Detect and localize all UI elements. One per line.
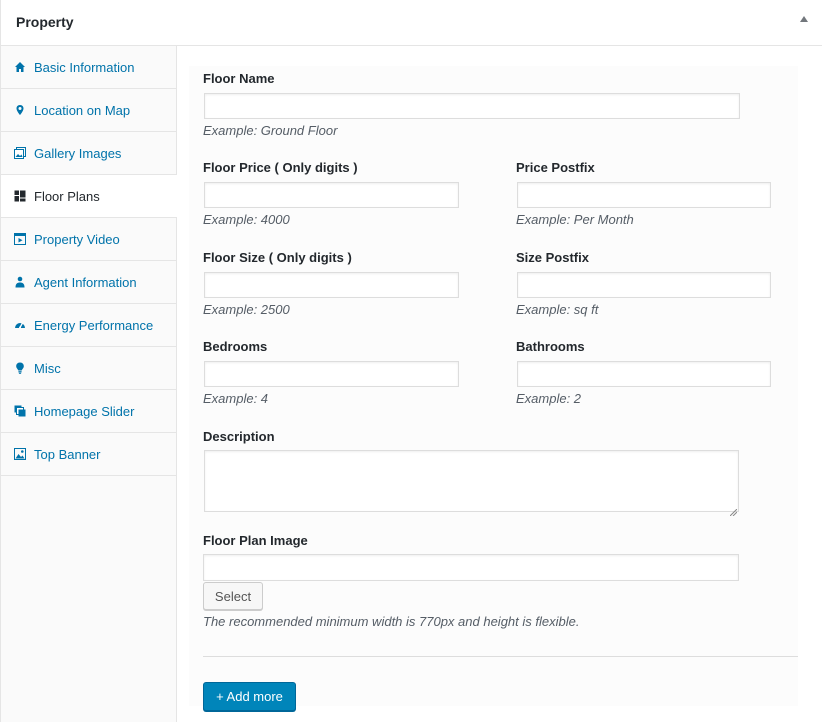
floor-price-hint: Example: 4000 [203,212,290,227]
description-label: Description [203,429,275,444]
gallery-icon [14,147,26,159]
tab-label: Homepage Slider [34,403,135,419]
tab-label: Location on Map [34,102,131,118]
divider [203,656,798,657]
tab-label: Top Banner [34,446,101,462]
tab-label: Property Video [34,231,120,247]
bedrooms-label: Bedrooms [203,339,268,354]
tab-label: Floor Plans [34,188,100,204]
tab-label: Energy Performance [34,317,154,333]
metabox-title: Property [16,14,74,30]
floor-size-input[interactable] [204,272,459,298]
tabs-sidebar: Basic Information Location on Map Galler… [1,46,177,722]
home-icon [14,61,26,73]
bathrooms-label: Bathrooms [516,339,585,354]
floor-size-hint: Example: 2500 [203,302,290,317]
tab-location-on-map[interactable]: Location on Map [1,89,176,132]
tab-basic-information[interactable]: Basic Information [1,46,176,89]
floor-plans-icon [14,190,26,202]
floor-plan-image-url-input[interactable] [203,554,739,581]
tab-top-banner[interactable]: Top Banner [1,433,176,476]
description-textarea[interactable] [204,450,739,512]
tab-label: Gallery Images [34,145,122,161]
floor-name-hint: Example: Ground Floor [203,123,338,138]
location-pin-icon [14,104,26,116]
metabox-header[interactable]: Property [1,0,822,46]
resize-grip-icon[interactable] [729,503,738,517]
add-more-button[interactable]: + Add more [203,682,296,711]
floor-plan-image-label: Floor Plan Image [203,533,308,548]
tab-agent-information[interactable]: Agent Information [1,261,176,304]
size-postfix-hint: Example: sq ft [516,302,599,317]
tab-floor-plans[interactable]: Floor Plans [1,175,177,218]
tab-property-video[interactable]: Property Video [1,218,176,261]
lightbulb-icon [14,362,26,374]
tab-label: Agent Information [34,274,137,290]
banner-image-icon [14,448,26,460]
tab-homepage-slider[interactable]: Homepage Slider [1,390,176,433]
size-postfix-input[interactable] [517,272,771,298]
bedrooms-hint: Example: 4 [203,391,269,406]
tab-energy-performance[interactable]: Energy Performance [1,304,176,347]
price-postfix-input[interactable] [517,182,771,208]
collapse-toggle-icon[interactable] [800,16,808,22]
floor-name-label: Floor Name [203,71,275,86]
price-postfix-label: Price Postfix [516,160,595,175]
bedrooms-input[interactable] [204,361,459,387]
floor-name-input[interactable] [204,93,740,119]
tab-misc[interactable]: Misc [1,347,176,390]
tab-gallery-images[interactable]: Gallery Images [1,132,176,175]
dashboard-gauge-icon [14,319,26,331]
floor-plan-image-hint: The recommended minimum width is 770px a… [203,614,580,629]
price-postfix-hint: Example: Per Month [516,212,634,227]
agent-icon [14,276,26,288]
floor-size-label: Floor Size ( Only digits ) [203,250,352,265]
slides-icon [14,405,26,417]
floor-price-input[interactable] [204,182,459,208]
tab-content: Floor Name Example: Ground Floor Floor P… [178,46,822,722]
bathrooms-input[interactable] [517,361,771,387]
select-image-button[interactable]: Select [203,582,263,610]
property-metabox: Property Basic Information Location on M… [0,0,822,722]
tab-label: Misc [34,360,61,376]
size-postfix-label: Size Postfix [516,250,589,265]
bathrooms-hint: Example: 2 [516,391,582,406]
video-icon [14,233,26,245]
tab-label: Basic Information [34,59,135,75]
floor-price-label: Floor Price ( Only digits ) [203,160,358,175]
